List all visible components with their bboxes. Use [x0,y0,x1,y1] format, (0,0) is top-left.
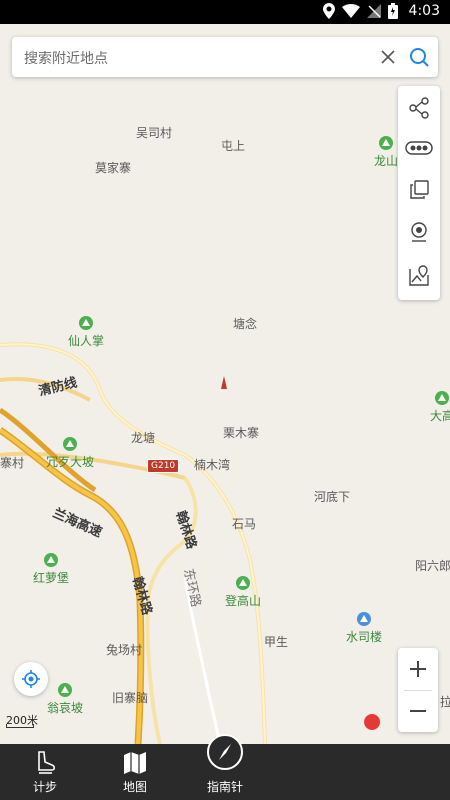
crosshair-icon [22,670,40,688]
poi-marker[interactable]: 翁哀坡 [47,683,83,716]
place-label: 吴司村 [136,126,173,140]
layers-button[interactable] [398,170,440,210]
place-label: 拉 [440,695,450,709]
street-view-button[interactable] [398,212,440,252]
mountain-icon [379,136,393,150]
place-label: 屯上 [221,139,246,153]
map-tool-panel [398,86,440,300]
no-signal-icon [366,4,381,18]
map-icon [124,752,146,774]
poi-marker[interactable]: 登高山 [225,576,261,609]
traffic-button[interactable] [398,128,440,168]
nav-item-compass[interactable]: 指南针 [185,744,265,800]
poi-marker[interactable]: 大高 [430,391,450,424]
share-button[interactable] [398,88,440,128]
layers-icon [410,180,429,199]
status-bar: 4:03 [0,0,450,24]
traffic-icon [405,141,433,155]
mountain-icon [44,553,58,567]
place-label: 阳六郎 [415,559,450,573]
status-time: 4:03 [408,3,440,19]
poi-marker[interactable]: 水司楼 [346,612,382,645]
place-label: 龙塘 [131,431,156,445]
place-label: 莫家寨 [95,161,132,175]
place-label: 河底下 [314,490,351,504]
place-label: 楠木湾 [194,458,231,472]
poi-marker[interactable]: 冗歹大坡 [46,437,94,470]
zoom-in-button[interactable] [398,648,438,690]
zoom-controls [398,648,438,732]
mountain-icon [63,437,77,451]
search-input[interactable]: 搜索附近地点 [24,48,108,68]
building-icon [357,612,371,626]
locate-button[interactable] [14,662,48,696]
place-label: 寨村 [0,456,25,470]
plus-icon [410,661,426,677]
search-bar[interactable]: 搜索附近地点 [12,37,438,77]
location-icon [322,3,335,19]
share-icon [409,97,429,119]
place-label: 旧寨脑 [112,691,149,705]
mountain-icon [236,576,250,590]
zoom-out-button[interactable] [398,690,438,732]
place-label: 栗木寨 [223,426,260,440]
road-shield: G210 [147,459,180,473]
place-label: 石马 [232,517,257,531]
map-pin-icon [409,265,429,286]
camera-icon [411,222,427,242]
place-label: 兔场村 [106,643,143,657]
shoe-icon [38,751,56,774]
nav-item-pedometer[interactable]: 计步 [5,744,85,800]
place-label: 甲生 [264,635,289,649]
wifi-icon [341,4,360,18]
mountain-icon [435,391,449,405]
place-label: 塘念 [233,317,258,331]
battery-icon [387,3,398,19]
mountain-icon [58,683,72,697]
search-icon[interactable] [408,46,430,68]
map-settings-button[interactable] [398,256,440,296]
close-icon[interactable] [378,47,398,67]
scale-bar [6,724,34,728]
poi-marker[interactable]: 龙山 [374,136,398,169]
poi-marker[interactable]: 红萝堡 [33,553,69,586]
minus-icon [410,710,426,712]
poi-marker[interactable]: 仙人掌 [68,316,104,349]
mountain-icon [79,316,93,330]
map-view[interactable]: 吴司村 屯上 莫家寨 塘念 龙塘 栗木寨 楠木湾 河底下 石马 甲生 兔场村 旧… [0,24,450,744]
nav-item-map[interactable]: 地图 [95,744,175,800]
